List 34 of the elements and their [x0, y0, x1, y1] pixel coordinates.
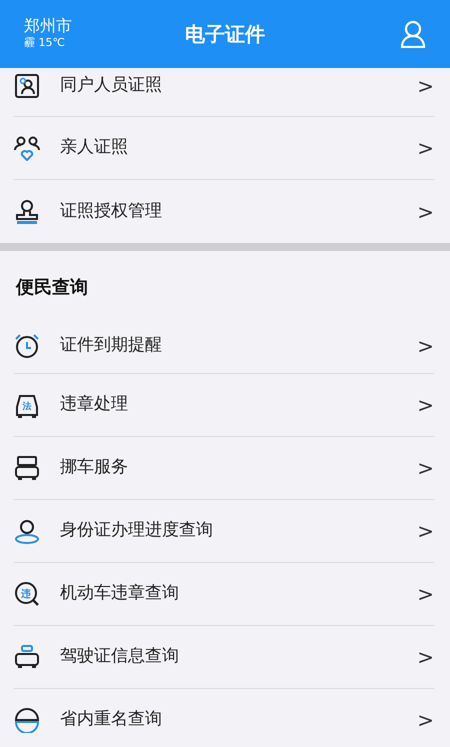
car-front-icon [14, 455, 40, 481]
chevron-icon: > [417, 516, 434, 546]
stamp-icon [14, 198, 40, 224]
menu-item[interactable]: 亲人证照 [60, 135, 128, 161]
section-title: 便民查询 [16, 276, 88, 300]
chevron-icon: > [417, 196, 434, 226]
weather-text: 霾 15℃ [24, 34, 66, 51]
menu-item[interactable]: 证照授权管理 [60, 198, 162, 224]
helmet-icon [14, 707, 40, 733]
user-icon[interactable] [400, 20, 426, 48]
menu-item[interactable]: 驾驶证信息查询 [60, 644, 179, 670]
menu-item[interactable]: 机动车违章查询 [60, 581, 179, 607]
chevron-icon: > [417, 331, 434, 361]
menu-item[interactable]: 证件到期提醒 [60, 333, 162, 359]
chevron-icon: > [417, 579, 434, 609]
person-card-icon [14, 73, 40, 99]
magnifier-icon: 违 [14, 581, 40, 607]
seat-icon [14, 644, 40, 670]
family-icon [14, 135, 40, 161]
menu-item[interactable]: 挪车服务 [60, 455, 128, 481]
chevron-icon: > [417, 642, 434, 672]
chevron-icon: > [417, 453, 434, 483]
chevron-icon: > [417, 133, 434, 163]
menu-item[interactable]: 同户人员证照 [60, 73, 162, 99]
menu-item[interactable]: 违章处理 [60, 392, 128, 418]
chevron-icon: > [417, 71, 434, 101]
chevron-icon: > [417, 705, 434, 735]
chevron-icon: > [417, 390, 434, 420]
page-title: 电子证件 [184, 21, 266, 48]
car-icon: 法 [14, 392, 40, 418]
alarm-clock-icon [14, 333, 40, 359]
menu-item[interactable]: 身份证办理进度查询 [60, 518, 213, 544]
person-icon [14, 518, 40, 544]
menu-item[interactable]: 省内重名查询 [60, 707, 162, 733]
